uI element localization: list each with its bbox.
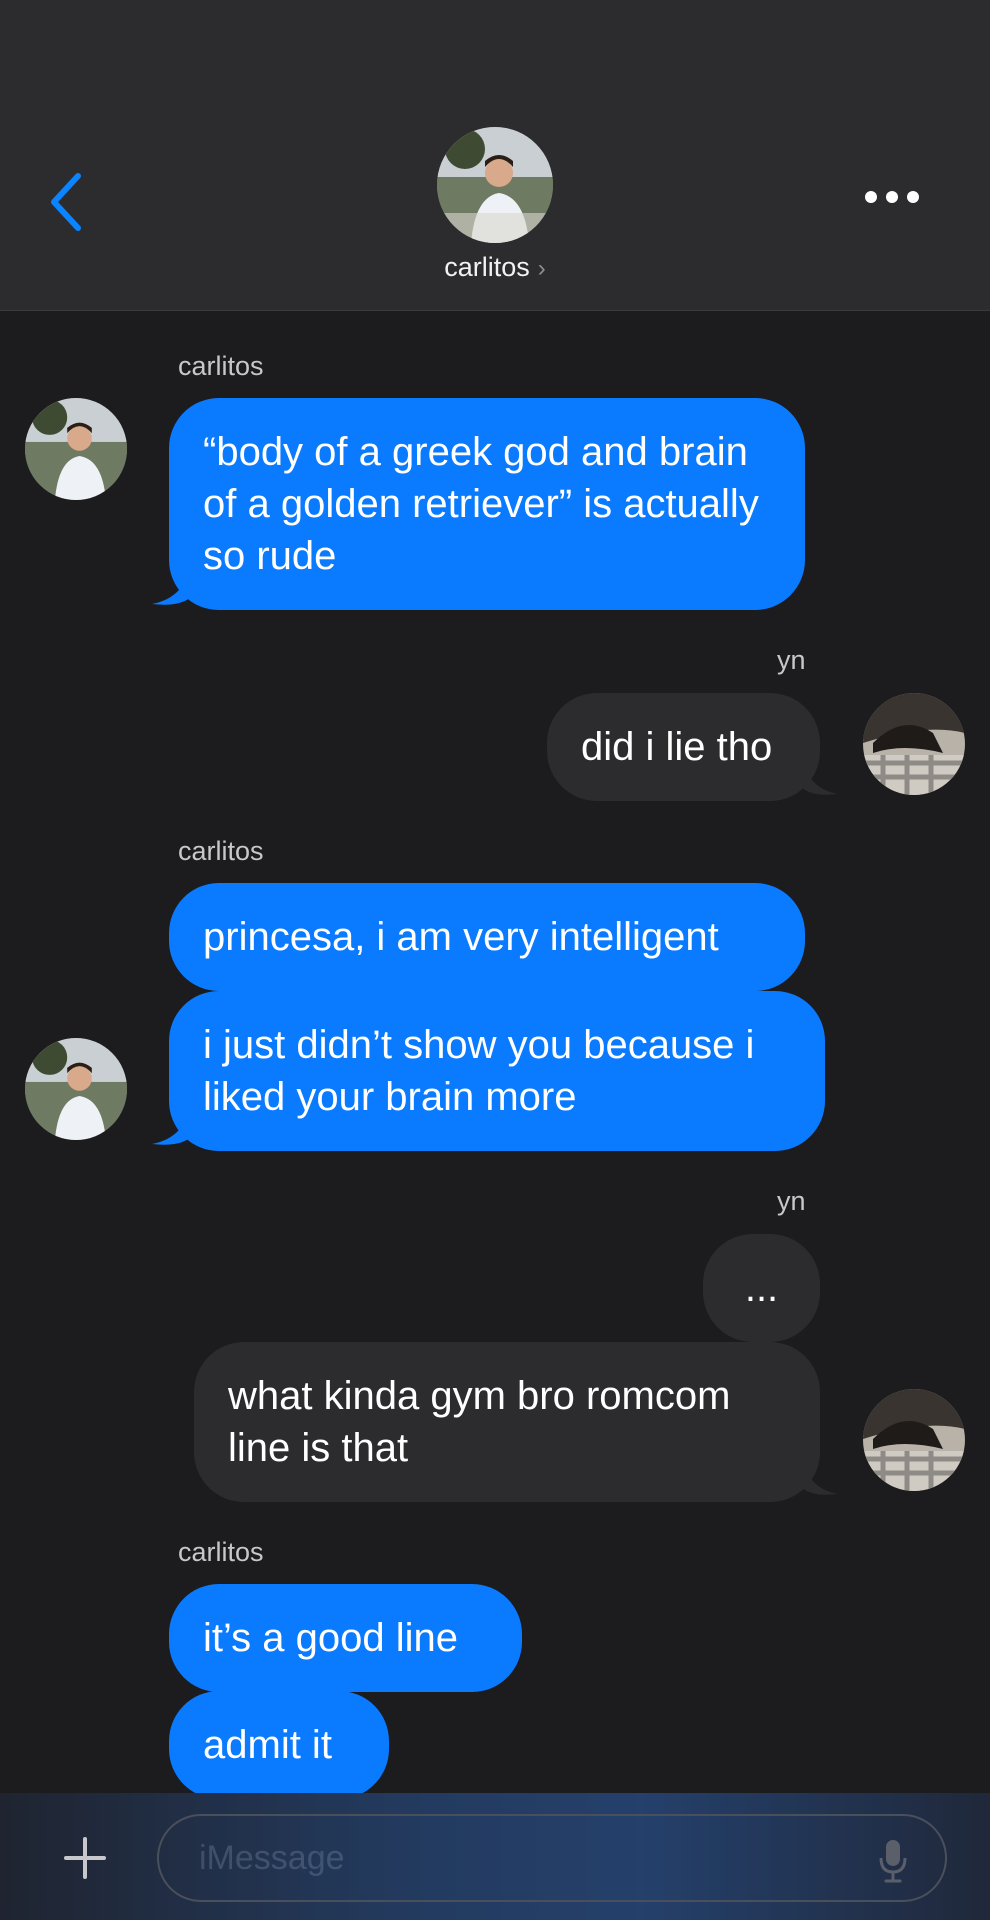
message-bubble[interactable]: “body of a greek god and brain of a gold… — [169, 398, 805, 610]
my-avatar — [863, 693, 965, 795]
sender-avatar — [25, 1038, 127, 1140]
message-bubble[interactable]: it’s a good line — [169, 1584, 522, 1692]
message-bubble[interactable]: did i lie tho — [547, 693, 820, 801]
sender-avatar — [25, 398, 127, 500]
plus-icon[interactable] — [60, 1833, 110, 1883]
ellipsis-icon[interactable] — [865, 186, 919, 208]
message-bubble[interactable]: ... — [703, 1234, 820, 1342]
contact-name: carlitos — [444, 252, 530, 282]
sender-label: carlitos — [178, 351, 264, 381]
contact-avatar[interactable] — [437, 127, 553, 243]
message-bubble[interactable]: princesa, i am very intelligent — [169, 883, 805, 991]
sender-label: carlitos — [178, 836, 264, 866]
chevron-left-icon[interactable] — [44, 170, 92, 234]
message-bubble[interactable]: what kinda gym bro romcom line is that — [194, 1342, 820, 1502]
sender-label: yn — [777, 645, 806, 675]
sender-label: yn — [777, 1186, 806, 1216]
microphone-icon[interactable] — [878, 1838, 908, 1884]
sender-label: carlitos — [178, 1537, 264, 1567]
contact-name-link[interactable]: carlitos › — [0, 252, 990, 283]
my-avatar — [863, 1389, 965, 1491]
message-input[interactable] — [157, 1814, 947, 1902]
chevron-right-icon: › — [537, 255, 546, 282]
message-bubble[interactable]: i just didn’t show you because i liked y… — [169, 991, 825, 1151]
message-bubble[interactable]: admit it — [169, 1691, 389, 1799]
